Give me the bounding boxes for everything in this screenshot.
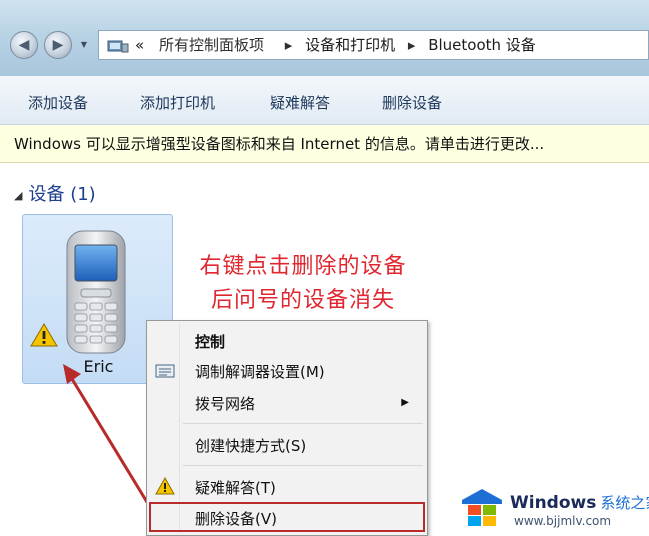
add-device-button[interactable]: 添加设备 [28,92,88,113]
menu-separator [183,465,423,466]
group-title: 设备 (1) [28,184,96,205]
menu-separator [183,423,423,424]
breadcrumb-item-devices-printers[interactable]: 设备和打印机 [305,36,395,54]
info-bar[interactable]: Windows 可以显示增强型设备图标和来自 Internet 的信息。请单击进… [0,125,649,163]
warning-icon [155,477,175,495]
menu-item-troubleshoot[interactable]: 疑难解答(T) [195,477,276,498]
watermark-brand: Windows系统之家 [510,493,649,513]
modem-icon [155,364,175,378]
warning-icon [30,323,58,347]
watermark: Windows系统之家 www.bjjmlv.com [458,484,649,534]
address-bar[interactable]: « 所有控制面板项 ▸ 设备和打印机 ▸ Bluetooth 设备 [98,30,649,60]
menu-item-dialup-network[interactable]: 拨号网络 [195,393,255,414]
breadcrumb-chevron-icon[interactable]: ▸ [285,36,293,54]
history-dropdown-icon[interactable]: ▼ [78,38,90,52]
breadcrumb-item-control-panel[interactable]: 所有控制面板项 [159,36,264,54]
annotation-line-1: 右键点击删除的设备 [199,254,407,279]
add-printer-button[interactable]: 添加打印机 [140,92,215,113]
menu-item-modem-settings[interactable]: 调制解调器设置(M) [195,361,325,382]
title-bar: ◀ ▶ ▼ « 所有控制面板项 ▸ 设备和打印机 ▸ Bluetooth 设备 [0,0,649,76]
breadcrumb-chevron-icon[interactable]: ▸ [408,36,416,54]
menu-item-remove-device[interactable]: 删除设备(V) [195,508,277,529]
menu-item-create-shortcut[interactable]: 创建快捷方式(S) [195,435,306,456]
remove-device-highlight [149,502,425,532]
collapse-triangle-icon[interactable]: ◢ [14,189,22,202]
annotation-text: 右键点击删除的设备 后问号的设备消失 [178,250,428,318]
watermark-url: www.bjjmlv.com [514,514,612,528]
mobile-phone-icon [66,230,126,354]
forward-button[interactable]: ▶ [44,31,72,59]
context-menu: 控制 调制解调器设置(M) 拨号网络 ▶ 创建快捷方式(S) 疑难解答(T) 删… [146,320,428,536]
device-group-header[interactable]: ◢ 设备 (1) [14,180,96,206]
breadcrumb-item-bluetooth[interactable]: Bluetooth 设备 [428,36,536,54]
breadcrumb-overflow[interactable]: « [135,36,144,54]
menu-item-control[interactable]: 控制 [195,331,225,352]
submenu-arrow-icon: ▶ [401,397,409,408]
back-button[interactable]: ◀ [10,31,38,59]
breadcrumb: « 所有控制面板项 ▸ 设备和打印机 ▸ Bluetooth 设备 [135,31,536,59]
troubleshoot-button[interactable]: 疑难解答 [270,92,330,113]
annotation-line-2: 后问号的设备消失 [210,288,395,313]
control-panel-icon [107,40,129,53]
windows-logo-icon [462,489,502,526]
command-toolbar: 添加设备 添加打印机 疑难解答 删除设备 [0,76,649,125]
remove-device-button[interactable]: 删除设备 [382,92,442,113]
